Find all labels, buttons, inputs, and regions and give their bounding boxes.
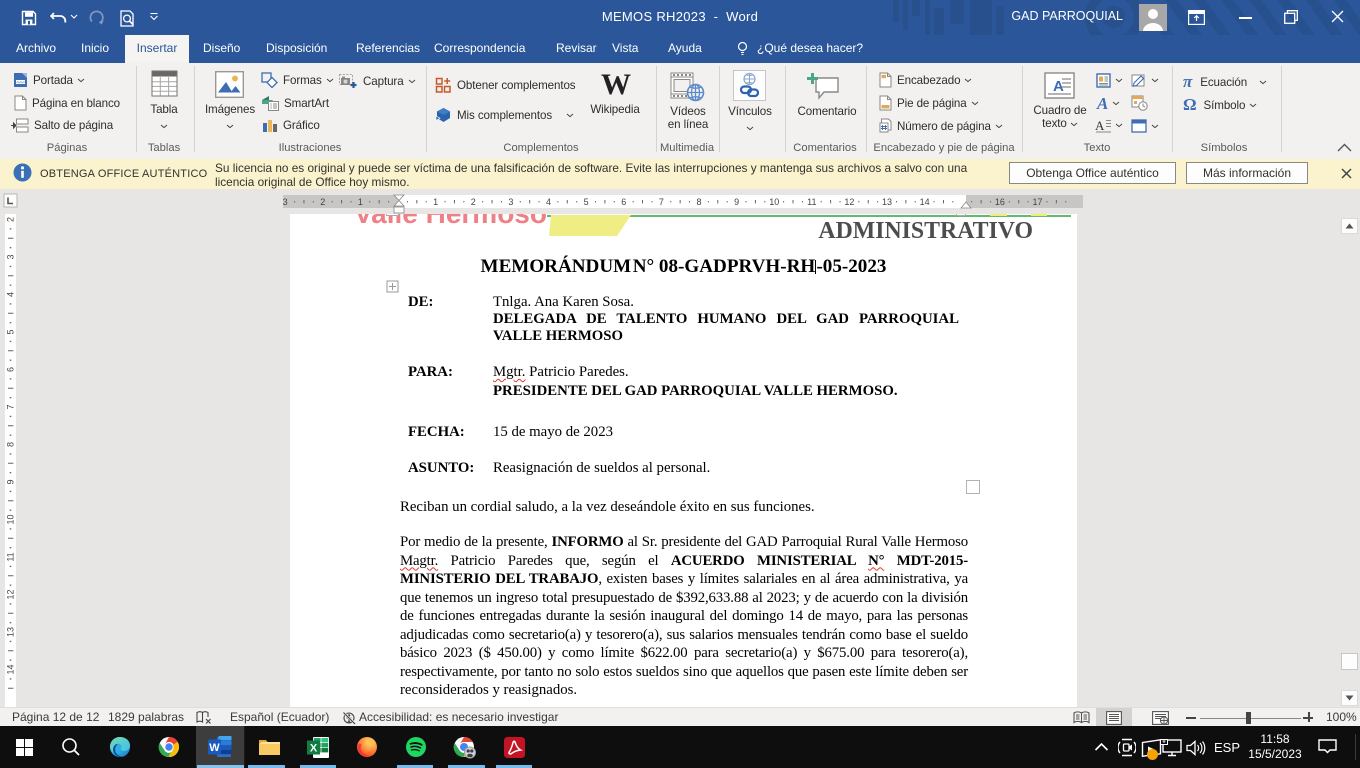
svg-text:6: 6 [621,197,626,207]
svg-text:X: X [310,742,318,754]
svg-text:3: 3 [508,197,513,207]
svg-text:2: 2 [6,217,16,222]
svg-text:5: 5 [584,197,589,207]
svg-text:16: 16 [995,197,1005,207]
svg-text:14: 14 [920,197,930,207]
svg-text:1: 1 [433,197,438,207]
svg-text:13: 13 [6,627,16,637]
svg-text:9: 9 [734,197,739,207]
svg-text:11: 11 [6,552,16,561]
svg-text:8: 8 [696,197,701,207]
svg-text:7: 7 [6,404,16,409]
svg-text:1: 1 [358,197,363,207]
svg-text:11: 11 [807,197,816,207]
svg-text:9: 9 [6,479,16,484]
svg-text:14: 14 [6,664,16,674]
svg-text:10: 10 [769,197,779,207]
svg-text:3: 3 [283,197,288,207]
svg-text:17: 17 [1033,197,1043,207]
svg-text:5: 5 [6,329,16,334]
svg-text:4: 4 [546,197,551,207]
svg-text:A: A [1095,118,1105,133]
svg-text:4: 4 [6,292,16,297]
svg-text:7: 7 [659,197,664,207]
svg-text:W: W [209,742,220,754]
svg-text:13: 13 [882,197,892,207]
svg-text:8: 8 [6,442,16,447]
svg-text:6: 6 [6,367,16,372]
svg-text:12: 12 [844,197,854,207]
svg-text:10: 10 [6,514,16,524]
svg-text:3: 3 [6,254,16,259]
svg-text:2: 2 [471,197,476,207]
svg-text:12: 12 [6,589,16,599]
svg-text:2: 2 [320,197,325,207]
